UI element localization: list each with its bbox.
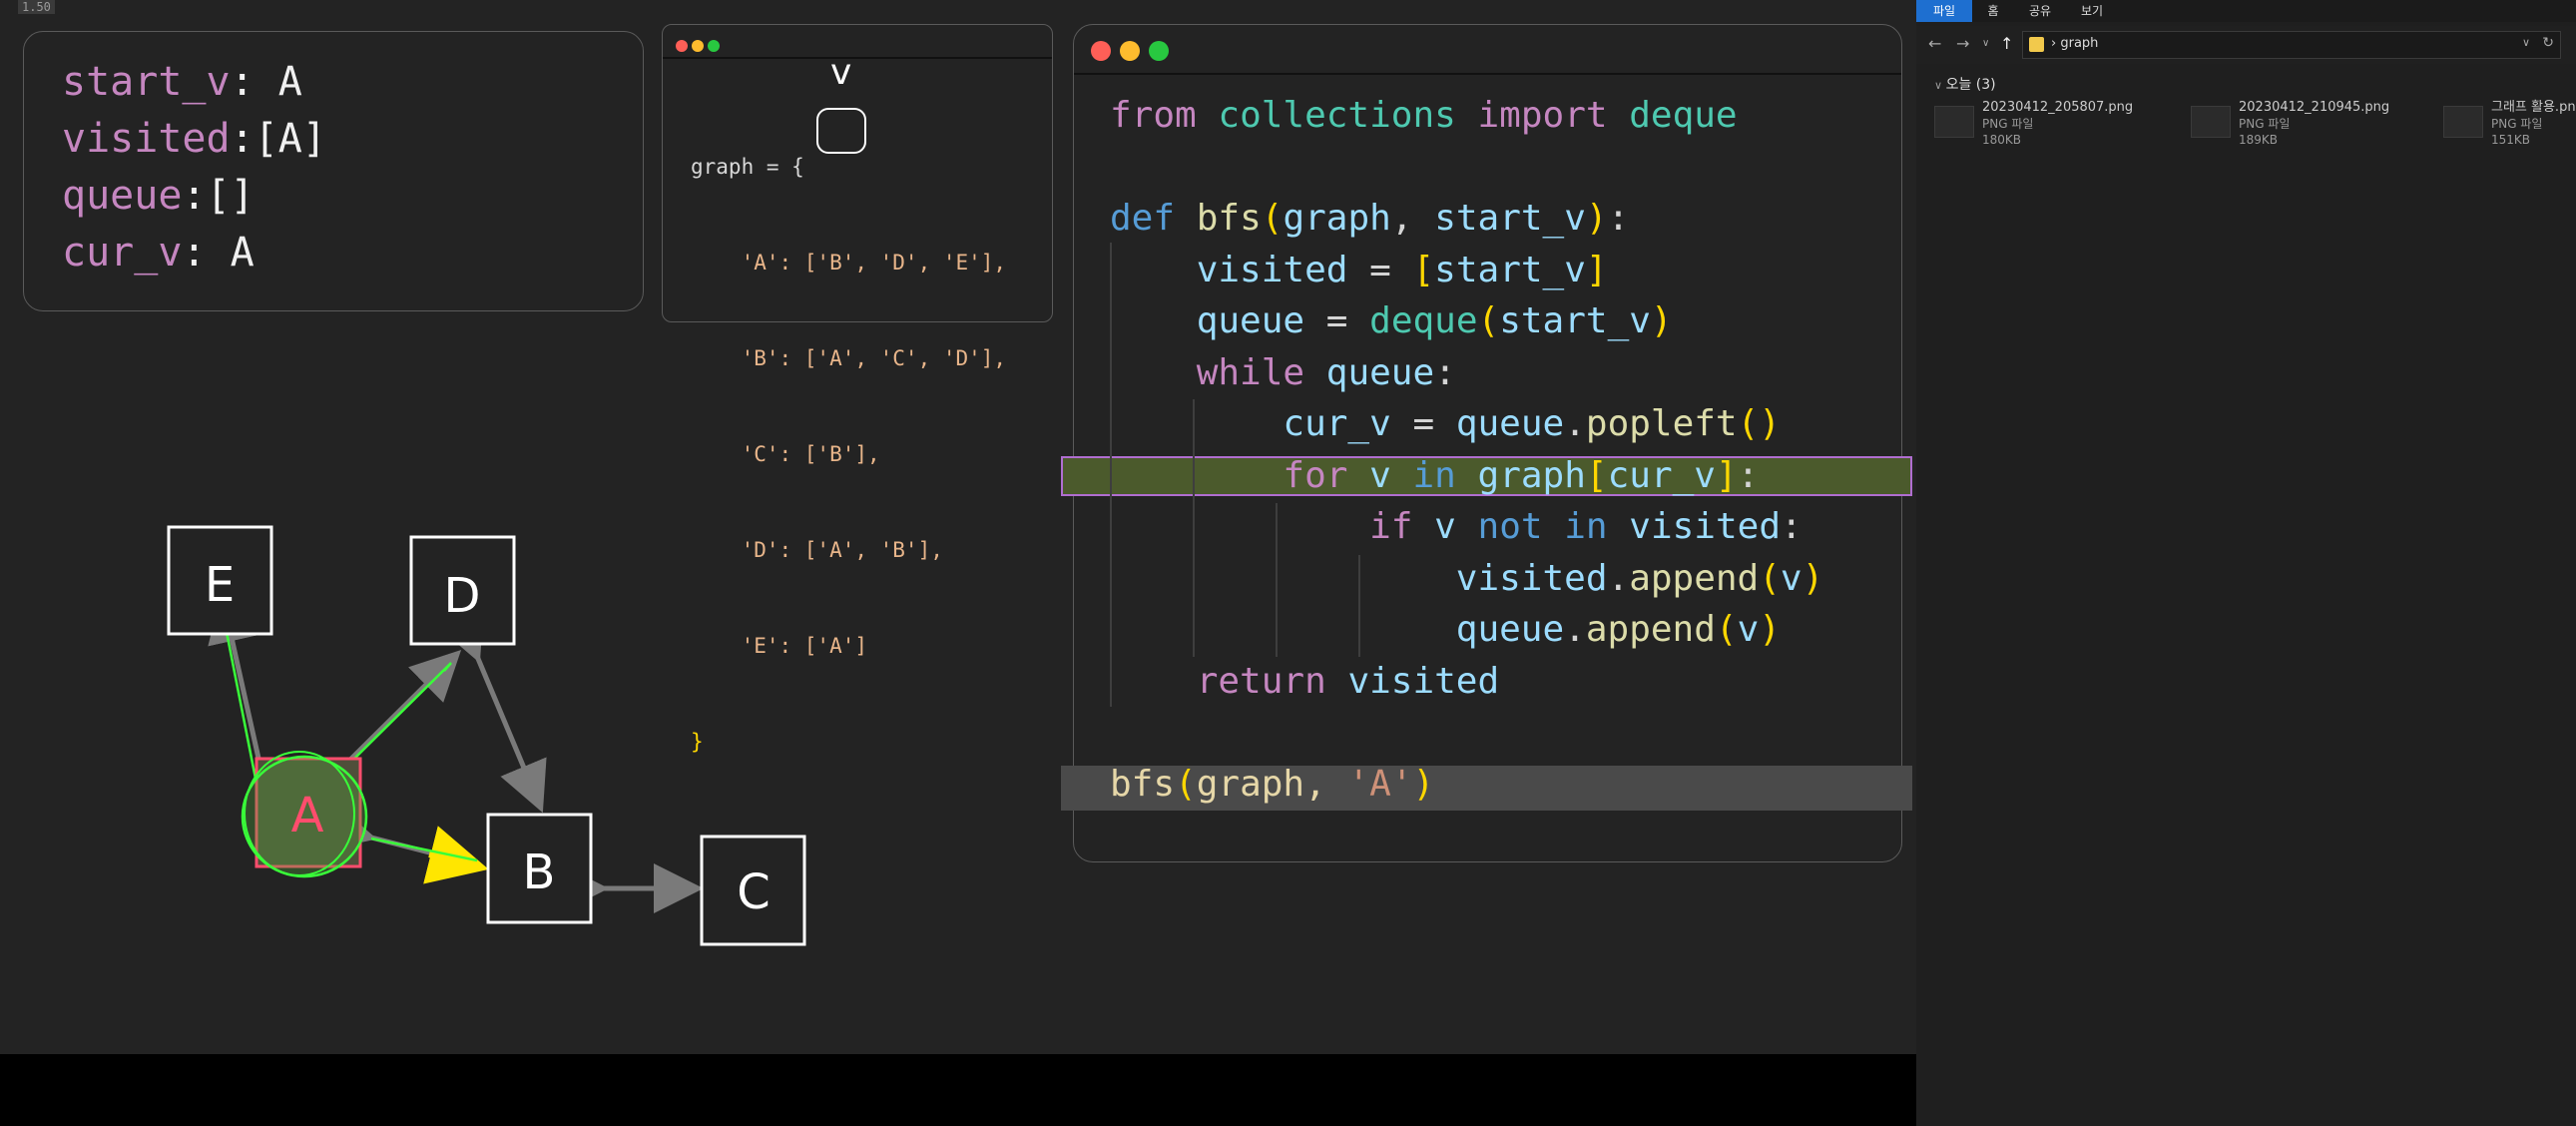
code-line: bfs(graph, 'A') — [1110, 763, 1435, 805]
file-size: 180KB — [1982, 133, 2022, 147]
file-thumbnail — [2191, 106, 2231, 138]
code-line: if v not in visited: — [1369, 506, 1803, 547]
code-line: while queue: — [1196, 351, 1456, 393]
address-bar[interactable]: › graph ∨ ↻ — [2022, 31, 2561, 59]
graph-diagram: E D A B C — [167, 525, 806, 946]
code-line: for v in graph[cur_v]: — [1283, 454, 1760, 496]
edge-d-b — [437, 607, 547, 814]
node-b-label: B — [523, 844, 556, 900]
node-c-label: C — [737, 864, 771, 920]
annotation-stroke — [370, 837, 478, 862]
close-dot-icon[interactable] — [1091, 41, 1111, 61]
code-line: from collections import deque — [1110, 95, 1738, 136]
group-collapse-icon: ∨ — [1934, 79, 1946, 92]
navigation-bar: ← → ∨ ↑ › graph ∨ ↻ — [1916, 26, 2576, 64]
code-line: visited.append(v) — [1455, 557, 1824, 599]
file-name: 그래프 활용.png — [2491, 100, 2576, 115]
file-type: PNG 파일 — [2239, 117, 2291, 131]
code-line: def bfs(graph, start_v): — [1110, 198, 1630, 239]
node-a-label: A — [291, 788, 324, 844]
code-line: return visited — [1196, 660, 1500, 702]
file-thumbnail — [1934, 106, 1974, 138]
ribbon-tabs: 파일 홈 공유 보기 — [1916, 0, 2576, 22]
code-window-controls — [1091, 41, 1178, 65]
file-type: PNG 파일 — [1982, 117, 2034, 131]
code-line: queue = deque(start_v) — [1196, 300, 1673, 341]
folder-icon — [2029, 37, 2044, 52]
tab-share[interactable]: 공유 — [2014, 0, 2066, 22]
file-size: 189KB — [2239, 133, 2279, 147]
annotation-stroke — [353, 662, 452, 760]
code-titlebar-divider — [1074, 73, 1901, 75]
code-line: cur_v = queue.popleft() — [1283, 403, 1781, 444]
file-type: PNG 파일 — [2491, 117, 2543, 131]
up-arrow-icon[interactable]: ↑ — [2000, 34, 2013, 53]
group-header[interactable]: ∨ 오늘 (3) — [1934, 74, 1996, 94]
file-name: 20230412_205807.png — [1982, 100, 2134, 115]
node-e-label: E — [205, 557, 235, 613]
code-line: visited = [start_v] — [1196, 249, 1608, 290]
bottom-black-bar — [0, 1054, 1916, 1126]
code-line: queue.append(v) — [1455, 609, 1781, 650]
file-thumbnail — [2443, 106, 2483, 138]
address-dropdown-icon[interactable]: ∨ — [2522, 36, 2530, 49]
back-arrow-icon[interactable]: ← — [1928, 34, 1941, 53]
address-path: › graph — [2051, 36, 2099, 51]
file-explorer: 파일 홈 공유 보기 ← → ∨ ↑ › graph ∨ ↻ ∨ 오늘 (3) … — [1916, 0, 2576, 1126]
minimize-dot-icon[interactable] — [1120, 41, 1140, 61]
tab-file[interactable]: 파일 — [1916, 0, 1972, 22]
forward-arrow-icon[interactable]: → — [1956, 34, 1969, 53]
file-name: 20230412_210945.png — [2239, 100, 2390, 115]
node-d-label: D — [444, 568, 481, 624]
edge-a-d — [347, 649, 462, 763]
tab-home[interactable]: 홈 — [1972, 0, 2014, 22]
tab-view[interactable]: 보기 — [2066, 0, 2118, 22]
refresh-icon[interactable]: ↻ — [2542, 35, 2554, 51]
file-size: 151KB — [2491, 133, 2531, 147]
maximize-dot-icon[interactable] — [1149, 41, 1169, 61]
recent-chevron-icon[interactable]: ∨ — [1982, 38, 1989, 49]
